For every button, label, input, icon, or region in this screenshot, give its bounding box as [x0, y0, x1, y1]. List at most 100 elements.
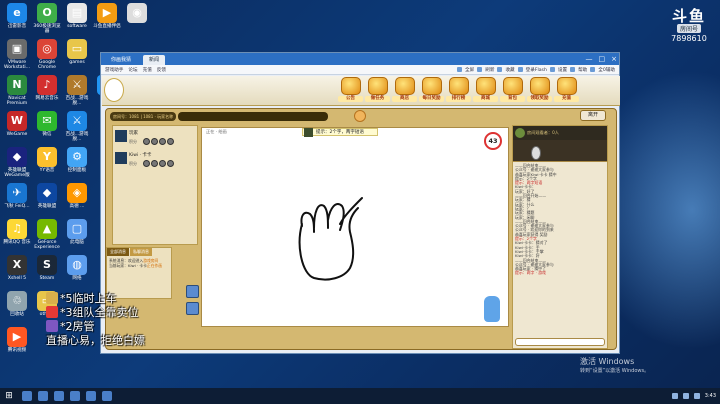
leave-button[interactable]: 离开: [580, 110, 606, 121]
player-card[interactable]: Kiwi · 卡卡 积分: [115, 152, 197, 172]
menu-item-icon: [502, 77, 523, 95]
desktop-icon[interactable]: ⚔ 百战...游戏脱...: [62, 111, 92, 142]
taskbar-app-icon[interactable]: [54, 391, 64, 401]
desktop-icon[interactable]: ♲ 回收站: [2, 291, 32, 317]
desktop-icon[interactable]: ▶ 斗鱼直播伴侣: [92, 3, 122, 29]
desktop-icon[interactable]: ▢ 此电脑: [62, 219, 92, 245]
tab-game[interactable]: 你画我猜: [105, 55, 137, 65]
toolbar-bookmark[interactable]: 收藏: [505, 67, 514, 73]
desktop-icon[interactable]: X Xshell 5: [2, 255, 32, 281]
app-icon: ✈: [7, 183, 27, 203]
desktop-icon[interactable]: ⚙ 控制面板: [62, 147, 92, 173]
desktop-icon[interactable]: ◎ Google Chrome: [32, 39, 62, 70]
menu-item[interactable]: 公告: [338, 77, 363, 102]
close-icon[interactable]: ×: [611, 54, 617, 64]
help-icon[interactable]: [570, 67, 576, 72]
toolbar-fullscreen[interactable]: 全屏: [465, 67, 474, 73]
action-dot[interactable]: [159, 160, 166, 167]
desktop-icon[interactable]: ▣ VMware Workstati...: [2, 39, 32, 70]
fullscreen-icon[interactable]: [457, 67, 463, 72]
taskbar-app-icon[interactable]: [86, 391, 96, 401]
clock[interactable]: 3:43: [705, 393, 716, 399]
action-dot[interactable]: [143, 138, 150, 145]
tool-icon[interactable]: [186, 285, 199, 298]
network-icon[interactable]: [693, 393, 700, 399]
desktop-icon[interactable]: ◉: [122, 3, 152, 24]
desktop-icon[interactable]: ▤ software: [62, 3, 92, 29]
action-dot[interactable]: [151, 138, 158, 145]
drawing-canvas[interactable]: 正在 · 绘画 提示：2个字，两字短语 43: [201, 127, 509, 327]
nav-link-feedback[interactable]: 反馈: [157, 67, 166, 73]
tab-news[interactable]: 新闻: [143, 55, 166, 65]
desktop-icon[interactable]: ▭ games: [62, 39, 92, 65]
menu-item[interactable]: 商店: [392, 77, 417, 102]
desktop-icon-label: games: [69, 60, 85, 65]
assist-icon[interactable]: [590, 67, 596, 72]
maximize-icon[interactable]: □: [599, 54, 606, 64]
desktop-icon[interactable]: ♪ 网易云音乐: [32, 75, 62, 101]
toolbar-help[interactable]: 帮助: [578, 67, 587, 73]
taskbar-app-icon[interactable]: [102, 391, 112, 401]
menu-item[interactable]: 做任务: [365, 77, 390, 102]
activate-title: 激活 Windows: [580, 357, 635, 366]
desktop-icon[interactable]: ♫ 腾讯QQ 音乐: [2, 219, 32, 245]
start-icon[interactable]: ⊞: [0, 388, 18, 404]
toolbar: 全屏 刷新 收藏 登录Flash 设置 帮助 全0辅助: [457, 67, 615, 73]
bookmark-icon[interactable]: [497, 67, 503, 72]
action-dot[interactable]: [143, 160, 150, 167]
nav-link-forum[interactable]: 论坛: [128, 67, 137, 73]
action-dot[interactable]: [151, 160, 158, 167]
desktop-icon[interactable]: Y YY语音: [32, 147, 62, 173]
taskbar-app-icon[interactable]: [70, 391, 80, 401]
tool-icon[interactable]: [186, 302, 199, 315]
desktop-icon[interactable]: W WeGame: [2, 111, 32, 137]
desktop-icon[interactable]: ▶ 腾讯视频: [2, 327, 32, 353]
menu-item[interactable]: 排行榜: [446, 77, 471, 102]
desktop-icon[interactable]: ✉ 微信: [32, 111, 62, 137]
toolbar-assist[interactable]: 全0辅助: [598, 67, 615, 73]
app-icon: ◎: [37, 39, 57, 59]
desktop-icon-label: 回收站: [10, 312, 24, 317]
desktop-icon[interactable]: N Navicat Premium: [2, 75, 32, 106]
desktop-icon[interactable]: S Steam: [32, 255, 62, 281]
desktop-icon[interactable]: ◆ 英雄联盟: [32, 183, 62, 209]
taskbar-app-icon[interactable]: [38, 391, 48, 401]
settings-icon[interactable]: [549, 67, 555, 72]
right-column: 房间观看者：0人 ——回合结束—— 公众号 · 谢谢大家参与 恭喜玩家Kiwi·卡卡…: [512, 125, 608, 349]
minimize-icon[interactable]: —: [586, 54, 593, 64]
nav-link-recharge[interactable]: 充值: [143, 67, 152, 73]
action-dot[interactable]: [167, 160, 174, 167]
desktop-icon[interactable]: O 360极速浏览器: [32, 3, 62, 34]
tab-private-messages[interactable]: 私聊消息: [130, 248, 152, 256]
player-card[interactable]: 玩家 积分: [115, 130, 197, 150]
taskbar-app-icon[interactable]: [22, 391, 32, 401]
desktop-icon[interactable]: ⚔ 百战...游戏脱...: [62, 75, 92, 106]
desktop-icon[interactable]: ◍ 网络: [62, 255, 92, 281]
volume-icon[interactable]: [682, 393, 689, 399]
toolbar-refresh[interactable]: 刷新: [485, 67, 494, 73]
menu-item[interactable]: 领取奖励: [527, 77, 552, 102]
nav-link-assistant[interactable]: 游戏助手: [105, 67, 123, 73]
menu-item[interactable]: 背包: [500, 77, 525, 102]
emoji-icon[interactable]: [354, 110, 366, 122]
game-header: 公告 做任务 商店 每日奖励 排行榜 商城 背包 领取奖励 充值: [102, 76, 620, 106]
desktop-icon[interactable]: ✈ 飞秋 FeiQ...: [2, 183, 32, 209]
refresh-icon[interactable]: [477, 67, 483, 72]
toolbar-flash[interactable]: 登录Flash: [526, 67, 547, 73]
desktop-icon[interactable]: ◆ 英雄联盟 WeGame版: [2, 147, 32, 178]
action-dot[interactable]: [167, 138, 174, 145]
user-avatar[interactable]: [104, 78, 124, 102]
chat-input[interactable]: [515, 338, 605, 346]
tray-icon[interactable]: [671, 393, 678, 399]
chat-messages: 系统消息：欢迎进入游戏房间 当前玩家：Kiwi · 卡卡正在作画: [107, 256, 171, 270]
menu-item[interactable]: 充值: [554, 77, 579, 102]
menu-item[interactable]: 商城: [473, 77, 498, 102]
desktop-icon[interactable]: ▲ GeForce Experience: [32, 219, 62, 250]
menu-item[interactable]: 每日奖励: [419, 77, 444, 102]
desktop-icon[interactable]: ◈ 高德 ...: [62, 183, 92, 209]
flash-icon[interactable]: [517, 67, 523, 72]
desktop-icon[interactable]: e 迅雷影音: [2, 3, 32, 29]
action-dot[interactable]: [159, 138, 166, 145]
toolbar-settings[interactable]: 设置: [558, 67, 567, 73]
tab-all-messages[interactable]: 全部消息: [107, 248, 129, 256]
